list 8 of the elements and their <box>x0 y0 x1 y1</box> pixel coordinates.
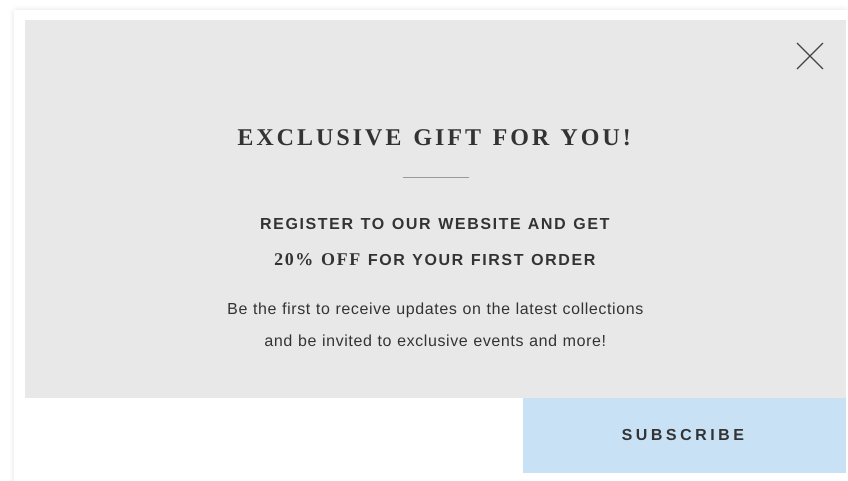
close-button[interactable] <box>796 42 824 70</box>
offer-text: REGISTER TO OUR WEBSITE AND GET <box>260 215 611 235</box>
offer-text: 20% OFF FOR YOUR FIRST ORDER <box>274 248 597 271</box>
popup-title: EXCLUSIVE GIFT FOR YOU! <box>237 126 634 150</box>
close-icon <box>796 42 824 70</box>
description-text: and be invited to exclusive events and more! <box>264 332 607 352</box>
subscribe-button[interactable]: SUBSCRIBE <box>523 398 846 473</box>
description-text: Be the first to receive updates on the latest collections <box>227 300 644 320</box>
